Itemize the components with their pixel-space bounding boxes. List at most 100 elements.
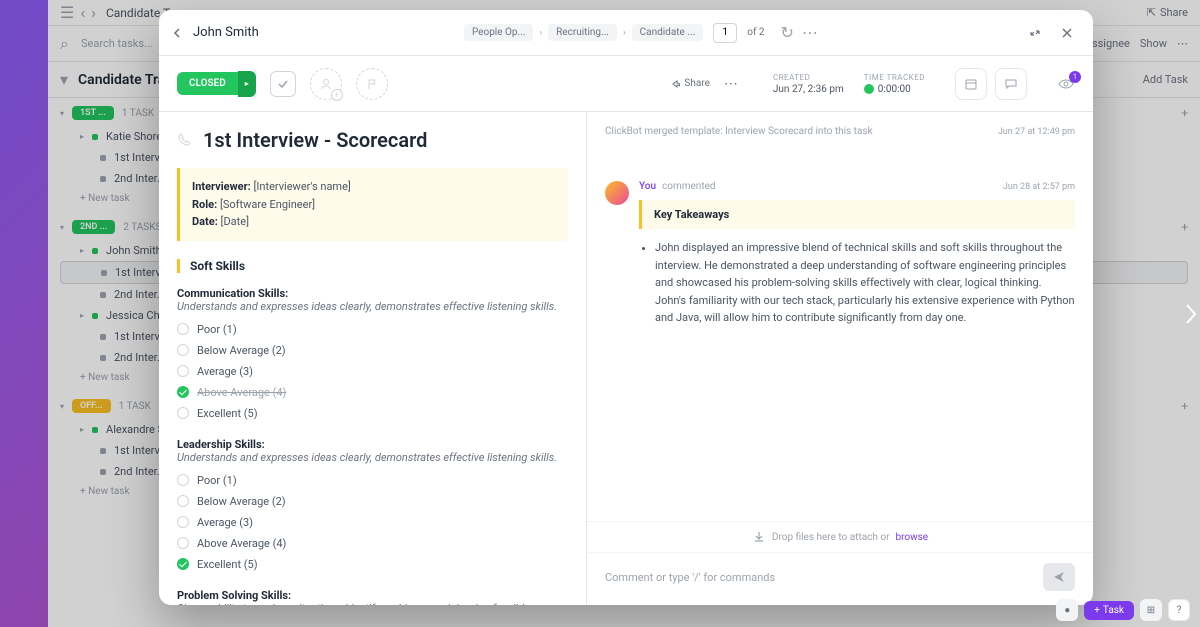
skill-block: Leadership Skills:Understands and expres…	[177, 438, 568, 571]
assignee-add-icon[interactable]: +	[310, 68, 342, 100]
comment-input[interactable]: Comment or type '/' for commands	[605, 571, 1033, 584]
new-task-button[interactable]: +Task	[1084, 601, 1134, 620]
rating-option[interactable]: Above Average (4)	[177, 386, 568, 399]
time-tracked-meta: TIME TRACKED 0:00:00	[864, 73, 925, 95]
modal-body: 1st Interview - Scorecard Interviewer: […	[159, 112, 1093, 605]
interviewer-label: Interviewer:	[192, 180, 251, 193]
radio-icon	[177, 558, 189, 570]
rating-list: Poor (1) Below Average (2) Average (3) Abov…	[177, 474, 568, 571]
rating-label: Above Average (4)	[197, 537, 286, 550]
task-title[interactable]: 1st Interview - Scorecard	[203, 128, 427, 152]
soft-skills-heading: Soft Skills	[177, 259, 568, 273]
date-value: [Date]	[221, 215, 249, 228]
priority-flag-icon[interactable]	[356, 68, 388, 100]
help-icon[interactable]: ?	[1168, 599, 1190, 621]
close-icon[interactable]	[1055, 21, 1079, 45]
rating-list: Poor (1) Below Average (2) Average (3) Abov…	[177, 323, 568, 420]
rating-option[interactable]: Excellent (5)	[177, 407, 568, 420]
status-button[interactable]: CLOSED ▸	[177, 71, 256, 97]
complete-check-button[interactable]	[270, 71, 296, 97]
activity-panel: ClickBot merged template: Interview Scor…	[587, 112, 1093, 605]
radio-icon	[177, 407, 189, 419]
comment-input-row: Comment or type '/' for commands	[587, 552, 1093, 605]
watcher-count[interactable]: 1	[1057, 75, 1075, 93]
skill-block: Communication Skills:Understands and exp…	[177, 287, 568, 420]
play-icon	[864, 84, 874, 94]
header-right	[1023, 21, 1079, 45]
radio-icon	[177, 474, 189, 486]
rating-option[interactable]: Above Average (4)	[177, 537, 568, 550]
rating-label: Above Average (4)	[197, 386, 286, 399]
takeaway-list: John displayed an impressive blend of te…	[639, 239, 1075, 327]
next-task-icon[interactable]: ↻	[781, 23, 794, 42]
radio-icon	[177, 537, 189, 549]
task-detail-panel: 1st Interview - Scorecard Interviewer: […	[159, 112, 587, 605]
comment-action: commented	[662, 181, 716, 192]
page-total: of 2	[747, 27, 764, 38]
radio-icon	[177, 495, 189, 507]
estimate-icon[interactable]	[955, 68, 987, 100]
eye-icon: 1	[1057, 75, 1075, 93]
rating-option[interactable]: Poor (1)	[177, 474, 568, 487]
rating-option[interactable]: Average (3)	[177, 365, 568, 378]
send-button[interactable]	[1043, 563, 1075, 591]
radio-icon	[177, 386, 189, 398]
role-value: [Software Engineer]	[220, 198, 315, 211]
rating-option[interactable]: Poor (1)	[177, 323, 568, 336]
radio-icon	[177, 516, 189, 528]
rating-label: Below Average (2)	[197, 344, 286, 357]
phone-icon	[177, 132, 193, 148]
breadcrumb-item[interactable]: Recruiting...	[548, 24, 617, 41]
activity-text: ClickBot merged template: Interview Scor…	[605, 126, 873, 137]
radio-icon	[177, 344, 189, 356]
subheader-icons	[955, 68, 1027, 100]
bottom-right-controls: ● +Task ⊞ ?	[1056, 599, 1190, 621]
status-dropdown-icon[interactable]: ▸	[238, 71, 256, 97]
modal-header: John Smith People Op...›Recruiting...›Ca…	[159, 10, 1093, 56]
apps-icon[interactable]: ⊞	[1140, 599, 1162, 621]
skill-name: Problem Solving Skills:	[177, 589, 568, 602]
more-header-icon[interactable]: ⋯	[802, 23, 818, 42]
skill-description: Understands and expresses ideas clearly,…	[177, 451, 568, 464]
rating-option[interactable]: Below Average (2)	[177, 495, 568, 508]
rating-option[interactable]: Average (3)	[177, 516, 568, 529]
radio-icon	[177, 323, 189, 335]
comment: You commented Jun 28 at 2:57 pm Key Take…	[605, 181, 1075, 327]
task-modal: John Smith People Op...›Recruiting...›Ca…	[159, 10, 1093, 605]
skill-description: Shows ability to analyze situations, ide…	[177, 602, 568, 605]
minimize-icon[interactable]	[1023, 21, 1047, 45]
back-button[interactable]	[173, 28, 183, 38]
modal-subheader: CLOSED ▸ + Share ⋯ CREATED Jun 27, 2:36 …	[159, 56, 1093, 112]
task-title-row: 1st Interview - Scorecard	[177, 128, 568, 152]
browse-link[interactable]: browse	[895, 532, 928, 543]
next-arrow-icon[interactable]	[1184, 303, 1198, 325]
record-icon[interactable]: ●	[1056, 599, 1078, 621]
takeaway-title: Key Takeaways	[654, 208, 1063, 221]
role-label: Role:	[192, 198, 217, 211]
rating-label: Average (3)	[197, 365, 253, 378]
chevron-right-icon: ›	[539, 28, 542, 38]
more-actions-icon[interactable]: ⋯	[724, 76, 739, 92]
tracked-value[interactable]: 0:00:00	[864, 84, 925, 95]
skill-name: Leadership Skills:	[177, 438, 568, 451]
comment-time: Jun 28 at 2:57 pm	[1003, 182, 1075, 192]
breadcrumb-item[interactable]: Candidate ...	[632, 24, 704, 41]
avatar	[605, 181, 629, 205]
radio-icon	[177, 365, 189, 377]
comment-content: You commented Jun 28 at 2:57 pm Key Take…	[639, 181, 1075, 327]
interviewer-info-block: Interviewer: [Interviewer's name] Role: …	[177, 168, 568, 241]
rating-label: Poor (1)	[197, 474, 237, 487]
drop-zone[interactable]: Drop files here to attach or browse	[587, 521, 1093, 552]
rating-option[interactable]: Excellent (5)	[177, 558, 568, 571]
chat-icon[interactable]	[995, 68, 1027, 100]
tracked-label: TIME TRACKED	[864, 73, 925, 82]
interviewer-value: [Interviewer's name]	[253, 180, 350, 193]
rating-label: Excellent (5)	[197, 558, 258, 571]
created-value: Jun 27, 2:36 pm	[773, 84, 844, 95]
share-task-button[interactable]: Share	[670, 78, 709, 89]
rating-option[interactable]: Below Average (2)	[177, 344, 568, 357]
chevron-right-icon: ›	[623, 28, 626, 38]
page-number-input[interactable]	[713, 23, 737, 43]
activity-time: Jun 27 at 12:49 pm	[998, 127, 1075, 137]
breadcrumb-item[interactable]: People Op...	[464, 24, 534, 41]
